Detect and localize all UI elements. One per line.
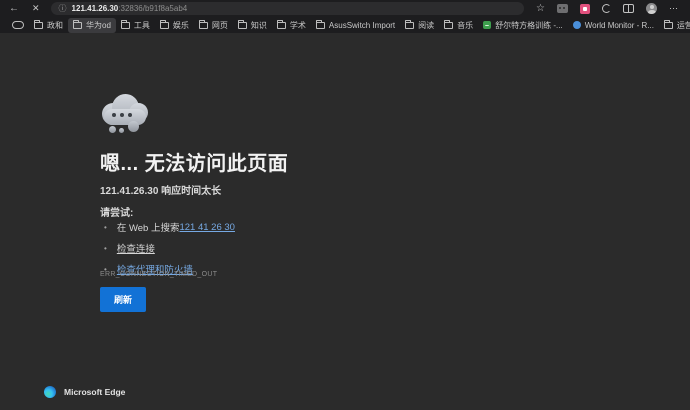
bookmark-item[interactable]: 音乐 (439, 18, 478, 33)
cloud-error-icon (100, 91, 154, 137)
edge-logo-icon (44, 386, 56, 398)
bookmark-label: 舒尔特方格训练 -... (495, 20, 563, 31)
bookmark-item[interactable]: 知识 (233, 18, 272, 33)
bookmark-label: 华为od (86, 20, 111, 31)
bookmark-item[interactable] (7, 19, 29, 31)
bookmark-label: 音乐 (457, 20, 473, 31)
favorite-star-icon[interactable]: ☆ (536, 3, 545, 14)
bookmark-item[interactable]: AsusSwitch Import (311, 19, 400, 32)
url-text: 121.41.26.30:32836/b91f8a5ab4 (72, 4, 188, 13)
url-host: 121.41.26.30 (72, 4, 119, 13)
bookmarks-bar: 政和 华为od 工具 娱乐 网页 知识 学术 AsusSwitc (0, 17, 690, 33)
site-info-icon[interactable]: ⓘ (59, 2, 67, 15)
extension-ring-icon[interactable] (602, 4, 611, 13)
browser-toolbar: ← ✕ ⓘ 121.41.26.30:32836/b91f8a5ab4 ☆ ⋯ (0, 0, 690, 17)
bookmark-folder-icon (405, 22, 414, 29)
suggestion-text: 检查连接 (117, 241, 155, 255)
bookmark-item[interactable]: 工具 (116, 18, 155, 33)
bookmark-folder-icon (483, 21, 491, 29)
bookmark-label: 知识 (251, 20, 267, 31)
bookmark-label: 阅读 (418, 20, 434, 31)
bookmark-item[interactable]: 学术 (272, 18, 311, 33)
bookmark-folder-icon (444, 22, 453, 29)
bookmark-item[interactable]: 舒尔特方格训练 -... (478, 18, 568, 33)
stop-icon[interactable]: ✕ (32, 0, 40, 17)
bookmark-label: 网页 (212, 20, 228, 31)
browser-window: ← ✕ ⓘ 121.41.26.30:32836/b91f8a5ab4 ☆ ⋯ … (0, 0, 690, 410)
page-footer: Microsoft Edge (36, 386, 125, 398)
bookmark-folder-icon (73, 22, 82, 29)
error-page: 嗯... 无法访问此页面 121.41.26.30 响应时间太长 请尝试: 在 … (0, 33, 690, 410)
bookmark-item[interactable]: 运营 (659, 18, 690, 33)
bookmark-label: AsusSwitch Import (329, 21, 395, 30)
extension-pink-icon[interactable] (580, 4, 590, 14)
bookmark-folder-icon (12, 21, 24, 29)
bookmark-item[interactable]: 网页 (194, 18, 233, 33)
back-icon[interactable]: ← (9, 0, 19, 17)
error-subtitle: 121.41.26.30 响应时间太长 (100, 182, 221, 197)
bookmark-label: 工具 (134, 20, 150, 31)
error-title: 嗯... 无法访问此页面 (100, 147, 288, 176)
bookmark-folder-icon (238, 22, 247, 29)
suggestion-item: 在 Web 上搜索 121 41 26 30 (100, 220, 235, 234)
extension-gray-icon[interactable] (557, 4, 568, 13)
refresh-button[interactable]: 刷新 (100, 287, 146, 312)
bookmark-folder-icon (664, 22, 673, 29)
bookmark-label: 政和 (47, 20, 63, 31)
bookmark-folder-icon (316, 22, 325, 29)
bookmark-folder-icon (121, 22, 130, 29)
settings-menu-icon[interactable]: ⋯ (669, 3, 679, 14)
bookmark-item[interactable]: 阅读 (400, 18, 439, 33)
bookmark-folder-icon (160, 22, 169, 29)
suggestion-text: 在 Web 上搜索 (117, 220, 180, 234)
bookmark-label: World Monitor - R... (585, 21, 654, 30)
bookmark-label: 运营 (677, 20, 690, 31)
bookmark-item[interactable]: World Monitor - R... (568, 19, 659, 32)
edge-brand-text: Microsoft Edge (64, 387, 125, 397)
suggestion-link[interactable]: 121 41 26 30 (179, 222, 234, 233)
bookmark-folder-icon (34, 22, 43, 29)
bookmark-label: 学术 (290, 20, 306, 31)
bookmark-folder-icon (199, 22, 208, 29)
suggestion-item: 检查连接 (100, 241, 235, 255)
profile-avatar[interactable] (646, 3, 657, 14)
bookmark-label: 娱乐 (173, 20, 189, 31)
split-screen-icon[interactable] (623, 4, 634, 13)
toolbar-icons: ☆ ⋯ (536, 3, 679, 14)
error-try-heading: 请尝试: (100, 204, 133, 219)
bookmark-item[interactable]: 华为od (68, 18, 116, 33)
bookmark-item[interactable]: 政和 (29, 18, 68, 33)
address-bar[interactable]: ⓘ 121.41.26.30:32836/b91f8a5ab4 (51, 2, 524, 15)
bookmark-folder-icon (277, 22, 286, 29)
bookmark-item[interactable]: 娱乐 (155, 18, 194, 33)
bookmark-folder-icon (573, 21, 581, 29)
url-path: :32836/b91f8a5ab4 (118, 4, 187, 13)
error-code: ERR_CONNECTION_TIMED_OUT (100, 271, 217, 278)
